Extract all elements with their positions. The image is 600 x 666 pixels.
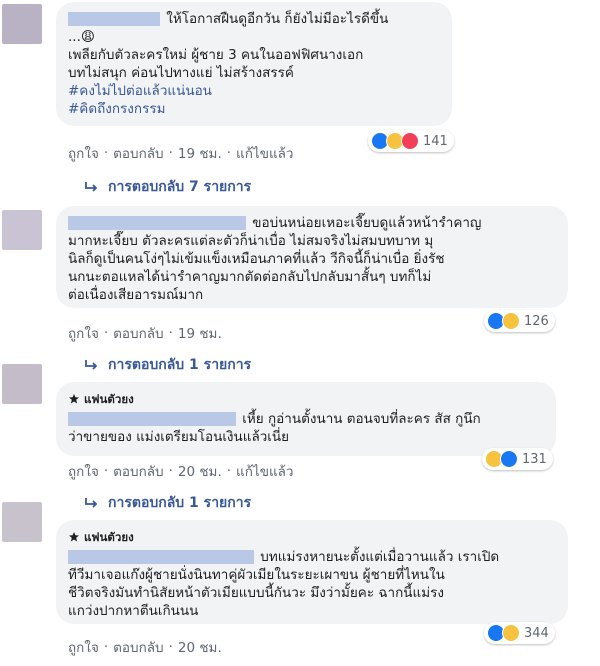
like-link[interactable]: ถูกใจ: [68, 142, 99, 164]
comment-text-line: ต่อเนื่องเสียอารมณ์มาก: [68, 287, 204, 303]
comment-text-line: เหี้ย กูอ่านตั้งนาน ตอนจบที่ละคร สัส กูน…: [242, 411, 481, 427]
view-replies-link[interactable]: การตอบกลับ 1 รายการ: [84, 492, 251, 514]
edited-label[interactable]: แก้ไขแล้ว: [236, 460, 293, 482]
timestamp[interactable]: 19 ชม.: [178, 142, 222, 164]
comment-bubble: แฟนตัวยง เหี้ย กูอ่านตั้งนาน ตอนจบที่ละค…: [56, 382, 556, 456]
comment-text-line: ทีวีมาเจอแก๊งผู้ชายนั่งนินทาคู่ผัวเมียใน…: [68, 567, 445, 583]
comment-text-line: นิลก็ดูเป็นคนโง่ๆไม่เข้มแข็งเหมือนภาคที่…: [68, 251, 445, 267]
comment-text-line: ว่าขายของ แม่งเตรียมโอนเงินแล้วเนี่ย: [68, 429, 290, 445]
comment-text-line: แกว่งปากหาตีนเกินนน: [68, 603, 199, 619]
like-reaction-icon: [500, 450, 518, 468]
avatar[interactable]: [2, 210, 42, 250]
comment-bubble: ขอบ่นหน่อยเหอะเจี๊ยบดูแล้วหน้ารำคาญ มากห…: [56, 206, 568, 308]
reaction-count: 141: [423, 133, 448, 149]
top-fan-badge[interactable]: แฟนตัวยง: [68, 390, 544, 408]
comment-text-line: มากหะเจี๊ยบ ตัวละครแต่ละตัวก็น่าเบื่อ ไม…: [68, 233, 434, 249]
commenter-name-redacted[interactable]: [68, 216, 246, 230]
avatar[interactable]: [2, 502, 42, 542]
reaction-count: 131: [522, 451, 547, 467]
comment-text-line: ขอบ่นหน่อยเหอะเจี๊ยบดูแล้วหน้ารำคาญ: [252, 215, 482, 231]
hashtag-link[interactable]: #คิดถึงกรงกรรม: [68, 100, 440, 118]
fan-badge-icon: [69, 532, 79, 542]
commenter-name-redacted[interactable]: [68, 412, 236, 426]
reaction-count: 126: [524, 313, 549, 329]
fan-badge-icon: [69, 394, 79, 404]
comment-text-line: ...😩: [68, 29, 95, 45]
reply-arrow-icon: [85, 498, 98, 508]
avatar[interactable]: [2, 364, 42, 404]
reaction-count: 344: [524, 625, 549, 641]
haha-reaction-icon: [502, 624, 520, 642]
comment-text-line: ให้โอกาสฝืนดูอีกวัน ก็ยังไม่มีอะไรดีขึ้น: [166, 11, 389, 27]
timestamp[interactable]: 20 ชม.: [178, 460, 222, 482]
reaction-summary[interactable]: 344: [484, 622, 555, 644]
like-link[interactable]: ถูกใจ: [68, 322, 99, 344]
comment-text-line: บทไม่สนุก ค่อนไปทางแย่ ไม่สร้างสรรค์: [68, 65, 294, 81]
replies-count-label: การตอบกลับ 1 รายการ: [108, 495, 252, 511]
replies-count-label: การตอบกลับ 7 รายการ: [108, 179, 252, 195]
reaction-summary[interactable]: 141: [368, 130, 454, 152]
edited-label[interactable]: แก้ไขแล้ว: [236, 142, 293, 164]
reply-link[interactable]: ตอบกลับ: [113, 142, 163, 164]
haha-reaction-icon: [502, 312, 520, 330]
hashtag-link[interactable]: #คงไม่ไปต่อแล้วแน่นอน: [68, 82, 440, 100]
like-link[interactable]: ถูกใจ: [68, 636, 99, 658]
commenter-name-redacted[interactable]: [68, 550, 254, 564]
badge-label: แฟนตัวยง: [84, 392, 134, 406]
view-replies-link[interactable]: การตอบกลับ 7 รายการ: [84, 176, 251, 198]
view-replies-link[interactable]: การตอบกลับ 1 รายการ: [84, 354, 251, 376]
comment-actions: ถูกใจ · ตอบกลับ · 20 ชม.: [68, 636, 222, 658]
comment-bubble: แฟนตัวยง บทแม่รงหายนะตั้งแต่เมื่อวานแล้ว…: [56, 520, 568, 624]
like-link[interactable]: ถูกใจ: [68, 460, 99, 482]
avatar[interactable]: [2, 4, 42, 44]
reply-link[interactable]: ตอบกลับ: [113, 636, 163, 658]
comment-bubble: ให้โอกาสฝืนดูอีกวัน ก็ยังไม่มีอะไรดีขึ้น…: [56, 2, 452, 126]
reaction-summary[interactable]: 131: [482, 448, 553, 470]
commenter-name-redacted[interactable]: [68, 12, 160, 26]
reaction-summary[interactable]: 126: [484, 310, 555, 332]
reply-arrow-icon: [85, 182, 98, 192]
timestamp[interactable]: 20 ชม.: [178, 636, 222, 658]
love-reaction-icon: [401, 132, 419, 150]
reply-link[interactable]: ตอบกลับ: [113, 460, 163, 482]
comment-text-line: เพลียกับตัวละครใหม่ ผู้ชาย 3 คนในออฟฟิศน…: [68, 47, 364, 63]
comment-actions: ถูกใจ · ตอบกลับ · 20 ชม. · แก้ไขแล้ว: [68, 460, 294, 482]
top-fan-badge[interactable]: แฟนตัวยง: [68, 528, 556, 546]
timestamp[interactable]: 19 ชม.: [178, 322, 222, 344]
comment-text-line: บทแม่รงหายนะตั้งแต่เมื่อวานแล้ว เราเปิด: [260, 549, 500, 565]
replies-count-label: การตอบกลับ 1 รายการ: [108, 357, 252, 373]
badge-label: แฟนตัวยง: [84, 530, 134, 544]
comment-text-line: นกนะตอแหลได้น่ารำคาญมากตัดต่อกลับไปกลับม…: [68, 269, 432, 285]
reply-arrow-icon: [85, 360, 98, 370]
comment-text-line: ชีวิตจริงมันทำนิสัยหน้าตัวเมียแบบนี้กันว…: [68, 585, 444, 601]
reply-link[interactable]: ตอบกลับ: [113, 322, 163, 344]
comment-actions: ถูกใจ · ตอบกลับ · 19 ชม.: [68, 322, 222, 344]
comment-actions: ถูกใจ · ตอบกลับ · 19 ชม. · แก้ไขแล้ว: [68, 142, 294, 164]
